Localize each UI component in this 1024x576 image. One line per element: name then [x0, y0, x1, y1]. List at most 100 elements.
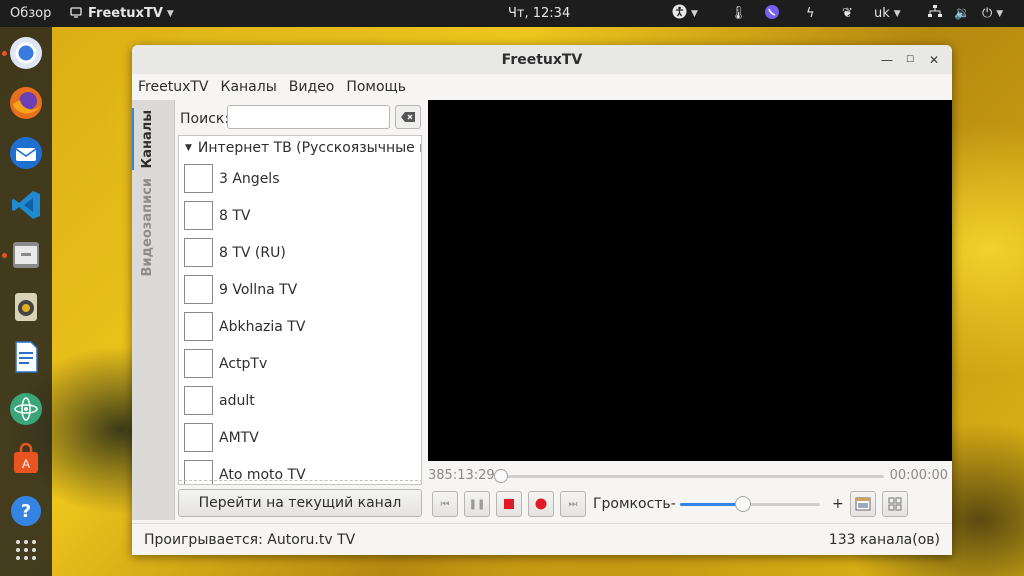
channel-logo [184, 349, 213, 378]
tv-icon [70, 6, 82, 22]
firefox-icon [10, 87, 42, 119]
wifi-indicator[interactable]: ❦ [842, 0, 853, 27]
search-input[interactable] [227, 105, 390, 129]
maximize-button[interactable]: ☐ [899, 49, 921, 71]
chevron-down-icon: ▼ [893, 8, 901, 19]
viber-icon [764, 4, 780, 24]
channel-logo [184, 423, 213, 452]
channel-logo [184, 275, 213, 304]
pause-icon: ❚❚ [468, 498, 486, 510]
goto-current-channel-button[interactable]: Перейти на текущий канал [178, 489, 422, 517]
svg-text:A: A [22, 457, 30, 471]
clear-search-button[interactable] [395, 105, 421, 129]
next-button[interactable]: ⏭ [560, 491, 586, 517]
menu-video[interactable]: Видео [283, 79, 341, 95]
show-applications-button[interactable] [8, 532, 44, 568]
tab-channels[interactable]: Каналы [140, 110, 155, 168]
files-icon [13, 242, 39, 268]
speaker-app-icon [15, 293, 37, 321]
channel-row[interactable]: 8 TV [179, 197, 421, 234]
software-launcher[interactable]: A [8, 441, 44, 477]
volume-indicator[interactable]: 🔉 [954, 0, 970, 27]
seek-bar: 385:13:29 00:00:00 [428, 465, 952, 487]
network-menu[interactable] [928, 0, 942, 27]
close-icon: ✕ [928, 53, 940, 67]
channel-logo [184, 164, 213, 193]
channel-logo [184, 201, 213, 230]
writer-launcher[interactable] [8, 339, 44, 375]
channel-name: 3 Angels [219, 170, 280, 187]
rhythmbox-launcher[interactable] [8, 289, 44, 325]
clock-label: Чт, 12:34 [508, 6, 571, 21]
stop-button[interactable] [496, 491, 522, 517]
top-bar: Обзор FreetuxTV ▼ Чт, 12:34 ▼ 🌡 ϟ ❦ uk ▼… [0, 0, 1024, 27]
video-area[interactable] [428, 100, 952, 461]
close-button[interactable]: ✕ [923, 49, 945, 71]
record-button[interactable] [528, 491, 554, 517]
firefox-launcher[interactable] [8, 85, 44, 121]
player-controls: ⏮ ❚❚ ⏭ Громкость- + [428, 488, 952, 520]
channel-row[interactable]: adult [179, 382, 421, 419]
temperature-indicator[interactable]: 🌡 [730, 0, 747, 27]
maximize-icon: ☐ [905, 55, 915, 65]
speaker-icon: 🔉 [954, 6, 971, 21]
power-icon: ⏻ [982, 6, 993, 21]
accessibility-menu[interactable]: ▼ [672, 0, 698, 27]
files-launcher[interactable] [8, 237, 44, 273]
channel-row[interactable]: 9 Vollna TV [179, 271, 421, 308]
channels-panel: Поиск: ▼ Интернет ТВ (Русскоязычные кан … [175, 100, 426, 520]
channel-name: Abkhazia TV [219, 318, 306, 335]
channel-row[interactable]: 3 Angels [179, 160, 421, 197]
mini-mode-button[interactable] [882, 491, 908, 517]
minimize-icon: — [881, 53, 893, 67]
menu-channels[interactable]: Каналы [215, 79, 283, 95]
clock[interactable]: Чт, 12:34 [508, 0, 570, 27]
expander-icon: ▼ [185, 143, 192, 153]
leaf-icon: ❦ [842, 6, 853, 21]
activities-button[interactable]: Обзор [10, 0, 51, 27]
chevron-down-icon: ▼ [166, 8, 174, 19]
tab-recordings[interactable]: Видеозаписи [140, 178, 155, 277]
keyboard-layout-menu[interactable]: uk ▼ [874, 0, 901, 27]
previous-button[interactable]: ⏮ [432, 491, 458, 517]
minimize-button[interactable]: — [876, 49, 898, 71]
channel-row[interactable]: 8 TV (RU) [179, 234, 421, 271]
channel-count-status: 133 канала(ов) [828, 532, 940, 548]
system-menu[interactable]: ⏻ ▼ [982, 0, 1003, 27]
channel-list[interactable]: ▼ Интернет ТВ (Русскоязычные кан 3 Angel… [178, 135, 422, 485]
seek-handle[interactable] [494, 469, 508, 483]
fullscreen-button[interactable] [850, 491, 876, 517]
viber-indicator[interactable] [764, 0, 780, 27]
seek-track[interactable] [502, 475, 884, 478]
menu-help[interactable]: Помощь [340, 79, 412, 95]
running-indicator [2, 253, 7, 258]
title-bar[interactable]: FreetuxTV — ☐ ✕ [132, 45, 952, 75]
dock: A ? [0, 27, 52, 576]
previous-icon: ⏮ [440, 498, 450, 510]
record-icon [535, 498, 547, 510]
lightning-icon: ϟ [806, 6, 815, 21]
volume-handle[interactable] [735, 496, 751, 512]
channel-logo [184, 312, 213, 341]
pause-button[interactable]: ❚❚ [464, 491, 490, 517]
menu-freetuxtv[interactable]: FreetuxTV [132, 79, 215, 95]
atom-launcher[interactable] [8, 391, 44, 427]
chromium-launcher[interactable] [8, 35, 44, 71]
fullscreen-icon [855, 497, 871, 511]
app-menu[interactable]: FreetuxTV ▼ [70, 0, 174, 27]
active-tab-marker [132, 108, 134, 170]
volume-plus-label: + [832, 496, 844, 512]
remaining-time: 00:00:00 [889, 468, 948, 483]
help-launcher[interactable]: ? [8, 493, 44, 529]
channel-row[interactable]: Abkhazia TV [179, 308, 421, 345]
thunderbird-launcher[interactable] [8, 135, 44, 171]
vscode-launcher[interactable] [8, 187, 44, 223]
channel-group-row[interactable]: ▼ Интернет ТВ (Русскоязычные кан [179, 136, 421, 160]
channel-name: ActpTv [219, 355, 268, 372]
channel-row[interactable]: ActpTv [179, 345, 421, 382]
network-activity-indicator[interactable]: ϟ [806, 0, 815, 27]
channel-name: 8 TV (RU) [219, 244, 286, 261]
channel-row[interactable]: AMTV [179, 419, 421, 456]
volume-fill [680, 503, 743, 506]
freetuxtv-window: FreetuxTV — ☐ ✕ FreetuxTV Каналы Видео П… [132, 45, 952, 555]
